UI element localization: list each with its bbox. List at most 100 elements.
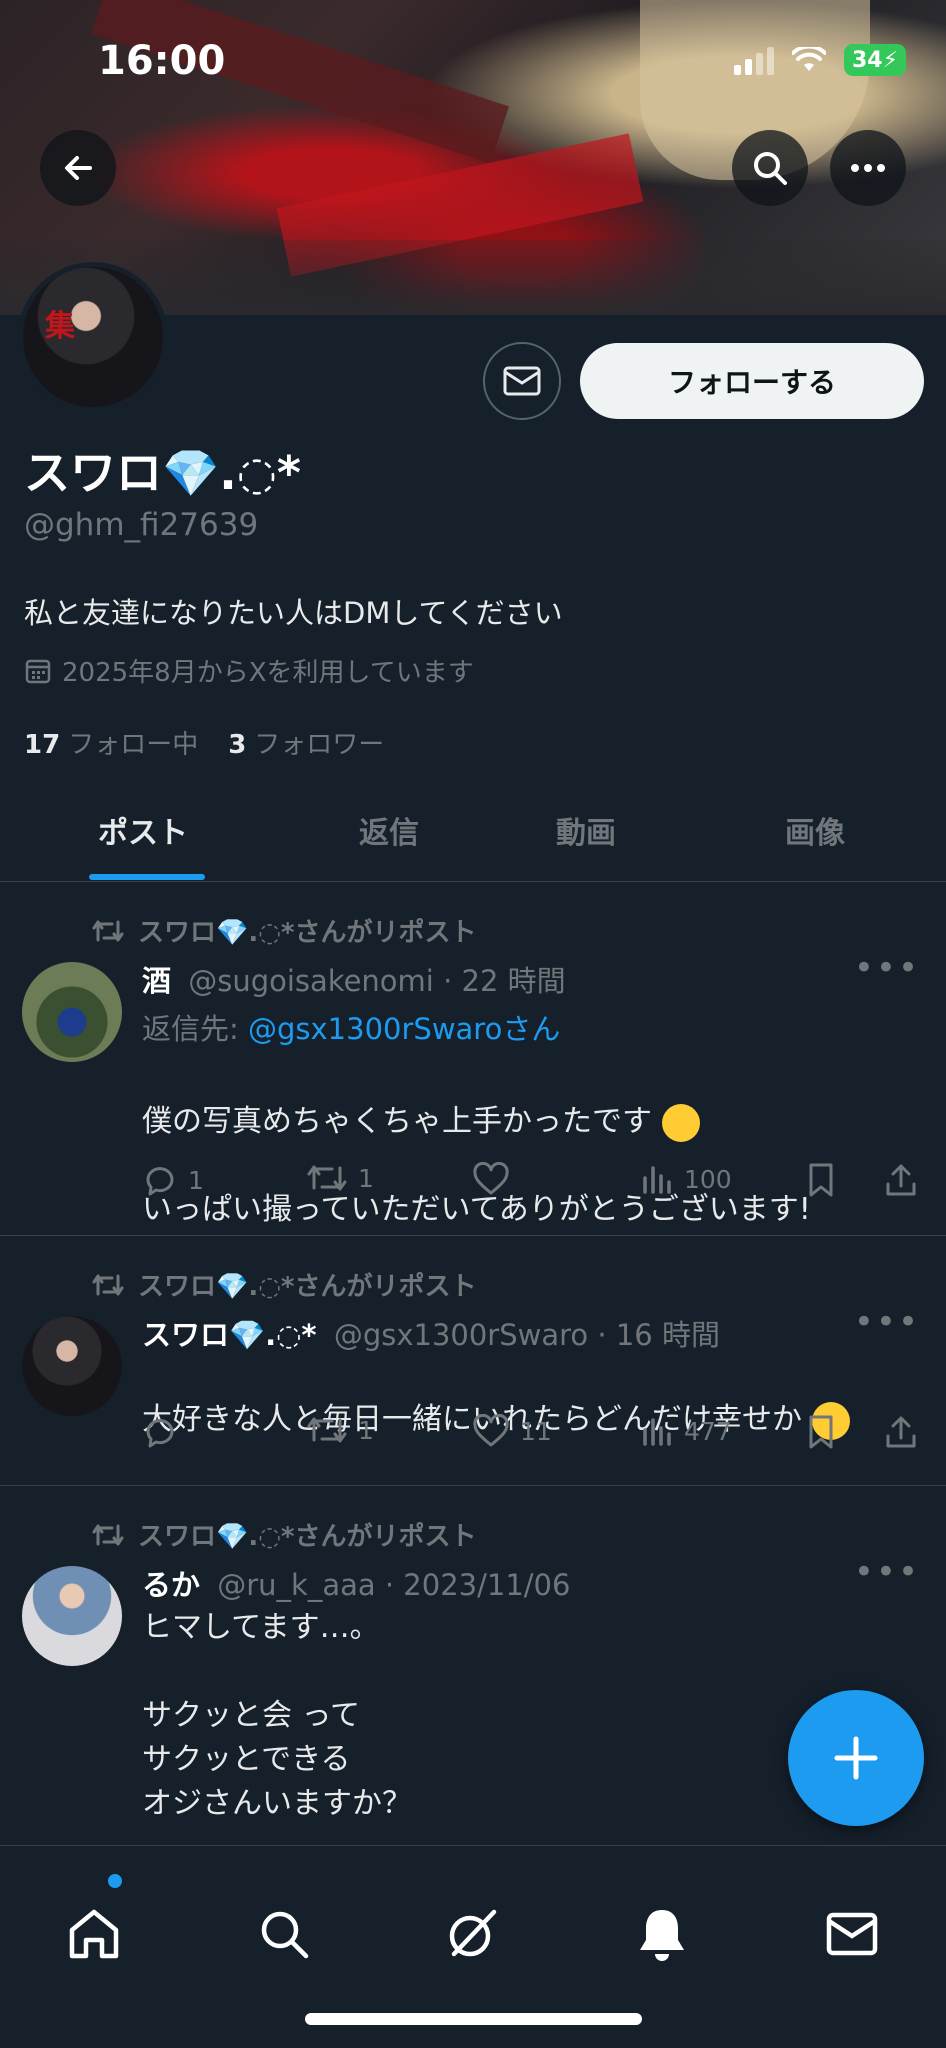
follow-button[interactable]: フォローする: [580, 343, 924, 419]
nav-grok[interactable]: [440, 1902, 504, 1966]
share-button[interactable]: [884, 1162, 918, 1198]
repost-button[interactable]: 1: [306, 1414, 374, 1446]
reply-to: 返信先: @gsx1300rSwaroさん: [142, 1006, 560, 1048]
reply-button[interactable]: 1: [142, 1162, 204, 1198]
share-icon: [886, 1164, 916, 1196]
views-button[interactable]: 477: [640, 1414, 732, 1448]
home-indicator[interactable]: [305, 2013, 642, 2025]
profile-bio: 私と友達になりたい人はDMしてください: [24, 596, 563, 630]
post-author-name[interactable]: るか: [142, 1568, 200, 1602]
nav-home[interactable]: [62, 1902, 126, 1966]
retweet-icon: [307, 1165, 347, 1191]
post-avatar[interactable]: [22, 962, 122, 1062]
share-icon: [886, 1416, 916, 1448]
joined-text: 2025年8月からXを利用しています: [62, 658, 474, 688]
repost-text: スワロ💎.◌*さんがリポスト: [138, 1272, 477, 1302]
retweet-icon: [92, 1274, 124, 1295]
views-icon: [643, 1418, 671, 1446]
bell-icon: [640, 1910, 684, 1961]
grok-icon: [449, 1909, 497, 1957]
repost-button[interactable]: 1: [306, 1162, 374, 1194]
post-more-icon[interactable]: •••: [854, 1552, 920, 1592]
following-label: フォロー中: [68, 730, 199, 760]
following-link[interactable]: 17 フォロー中: [24, 724, 198, 761]
bookmark-button[interactable]: [806, 1162, 836, 1198]
heart-icon: [473, 1162, 509, 1195]
post-time: · 16 時間: [597, 1318, 720, 1352]
battery-indicator: 34 ⚡: [844, 44, 906, 76]
repost-context: スワロ💎.◌*さんがリポスト: [92, 1516, 477, 1553]
post-avatar[interactable]: [22, 1566, 122, 1666]
active-tab-indicator: [89, 874, 205, 880]
nav-messages[interactable]: [820, 1902, 884, 1966]
post-author-handle[interactable]: @sugoisakenomi: [188, 964, 434, 998]
wifi-icon: [792, 47, 826, 71]
post-avatar[interactable]: [22, 1316, 122, 1416]
post[interactable]: スワロ💎.◌*さんがリポスト 酒 @sugoisakenomi · 22 時間 …: [0, 882, 946, 1236]
post-author-handle[interactable]: @gsx1300rSwaro: [334, 1318, 588, 1352]
views-icon: [643, 1166, 671, 1194]
home-icon: [69, 1909, 119, 1959]
post-header: 酒 @sugoisakenomi · 22 時間: [142, 958, 566, 1000]
more-button[interactable]: [830, 130, 906, 206]
followers-label: フォロワー: [254, 730, 385, 760]
repost-context: スワロ💎.◌*さんがリポスト: [92, 912, 477, 949]
tab-replies[interactable]: 返信: [359, 808, 419, 852]
post-time: · 2023/11/06: [384, 1568, 571, 1602]
reply-target-link[interactable]: @gsx1300rSwaroさん: [248, 1012, 560, 1046]
nav-notifications[interactable]: [630, 1902, 694, 1966]
search-icon: [261, 1911, 309, 1959]
cellular-signal-icon: [734, 45, 774, 75]
following-count: 17: [24, 730, 61, 760]
post[interactable]: スワロ💎.◌*さんがリポスト スワロ💎.◌* @gsx1300rSwaro · …: [0, 1236, 946, 1486]
like-count: 11: [520, 1416, 552, 1446]
post-text: ヒマしてます…。 サクッと会 って サクッとできる オジさんいますか？: [142, 1610, 412, 1821]
followers-count: 3: [228, 730, 247, 760]
post-text-line: 僕の写真めちゃくちゃ上手かったです: [142, 1104, 652, 1139]
post-actions: 1 1 100: [142, 1162, 922, 1206]
battery-level: 34: [851, 47, 883, 73]
post-header: るか @ru_k_aaa · 2023/11/06: [142, 1562, 570, 1604]
reply-prefix: 返信先:: [142, 1012, 248, 1046]
followers-link[interactable]: 3 フォロワー: [228, 724, 384, 761]
post-author-name[interactable]: 酒: [142, 964, 171, 998]
back-button[interactable]: [40, 130, 116, 206]
tab-posts[interactable]: ポスト: [98, 808, 188, 852]
retweet-icon: [307, 1417, 347, 1443]
retweet-icon: [92, 920, 124, 941]
view-count: 477: [684, 1416, 732, 1446]
profile-avatar[interactable]: [18, 262, 168, 412]
tab-videos[interactable]: 動画: [556, 808, 616, 852]
post-more-icon[interactable]: •••: [854, 948, 920, 988]
post-author-name[interactable]: スワロ💎.◌*: [142, 1318, 317, 1352]
repost-count: 1: [358, 1415, 374, 1445]
search-button[interactable]: [732, 130, 808, 206]
repost-context: スワロ💎.◌*さんがリポスト: [92, 1266, 477, 1303]
message-button[interactable]: [483, 342, 561, 420]
tab-images[interactable]: 画像: [785, 808, 845, 852]
reply-icon: [146, 1167, 174, 1196]
repost-count: 1: [358, 1163, 374, 1193]
post-actions: 1 11 477: [142, 1414, 922, 1458]
post-time: · 22 時間: [443, 964, 566, 998]
search-icon: [754, 152, 787, 185]
compose-button[interactable]: [788, 1690, 924, 1826]
repost-text: スワロ💎.◌*さんがリポスト: [138, 918, 477, 948]
laughing-emoji-icon: [661, 1103, 700, 1142]
view-count: 100: [684, 1164, 732, 1194]
post-author-handle[interactable]: @ru_k_aaa: [217, 1568, 375, 1602]
profile-stats: 17 フォロー中 3 フォロワー: [24, 724, 384, 761]
post-more-icon[interactable]: •••: [854, 1302, 920, 1342]
profile-display-name: スワロ💎.◌*: [24, 446, 301, 500]
bookmark-icon: [809, 1163, 833, 1197]
reply-button[interactable]: [142, 1414, 188, 1450]
bookmark-button[interactable]: [806, 1414, 836, 1450]
like-button[interactable]: 11: [472, 1414, 552, 1448]
back-arrow-icon: [65, 156, 92, 180]
nav-search[interactable]: [252, 1902, 316, 1966]
views-button[interactable]: 100: [640, 1162, 732, 1196]
retweet-icon: [92, 1524, 124, 1545]
post-header: スワロ💎.◌* @gsx1300rSwaro · 16 時間: [142, 1312, 720, 1354]
like-button[interactable]: [472, 1162, 520, 1196]
share-button[interactable]: [884, 1414, 918, 1450]
